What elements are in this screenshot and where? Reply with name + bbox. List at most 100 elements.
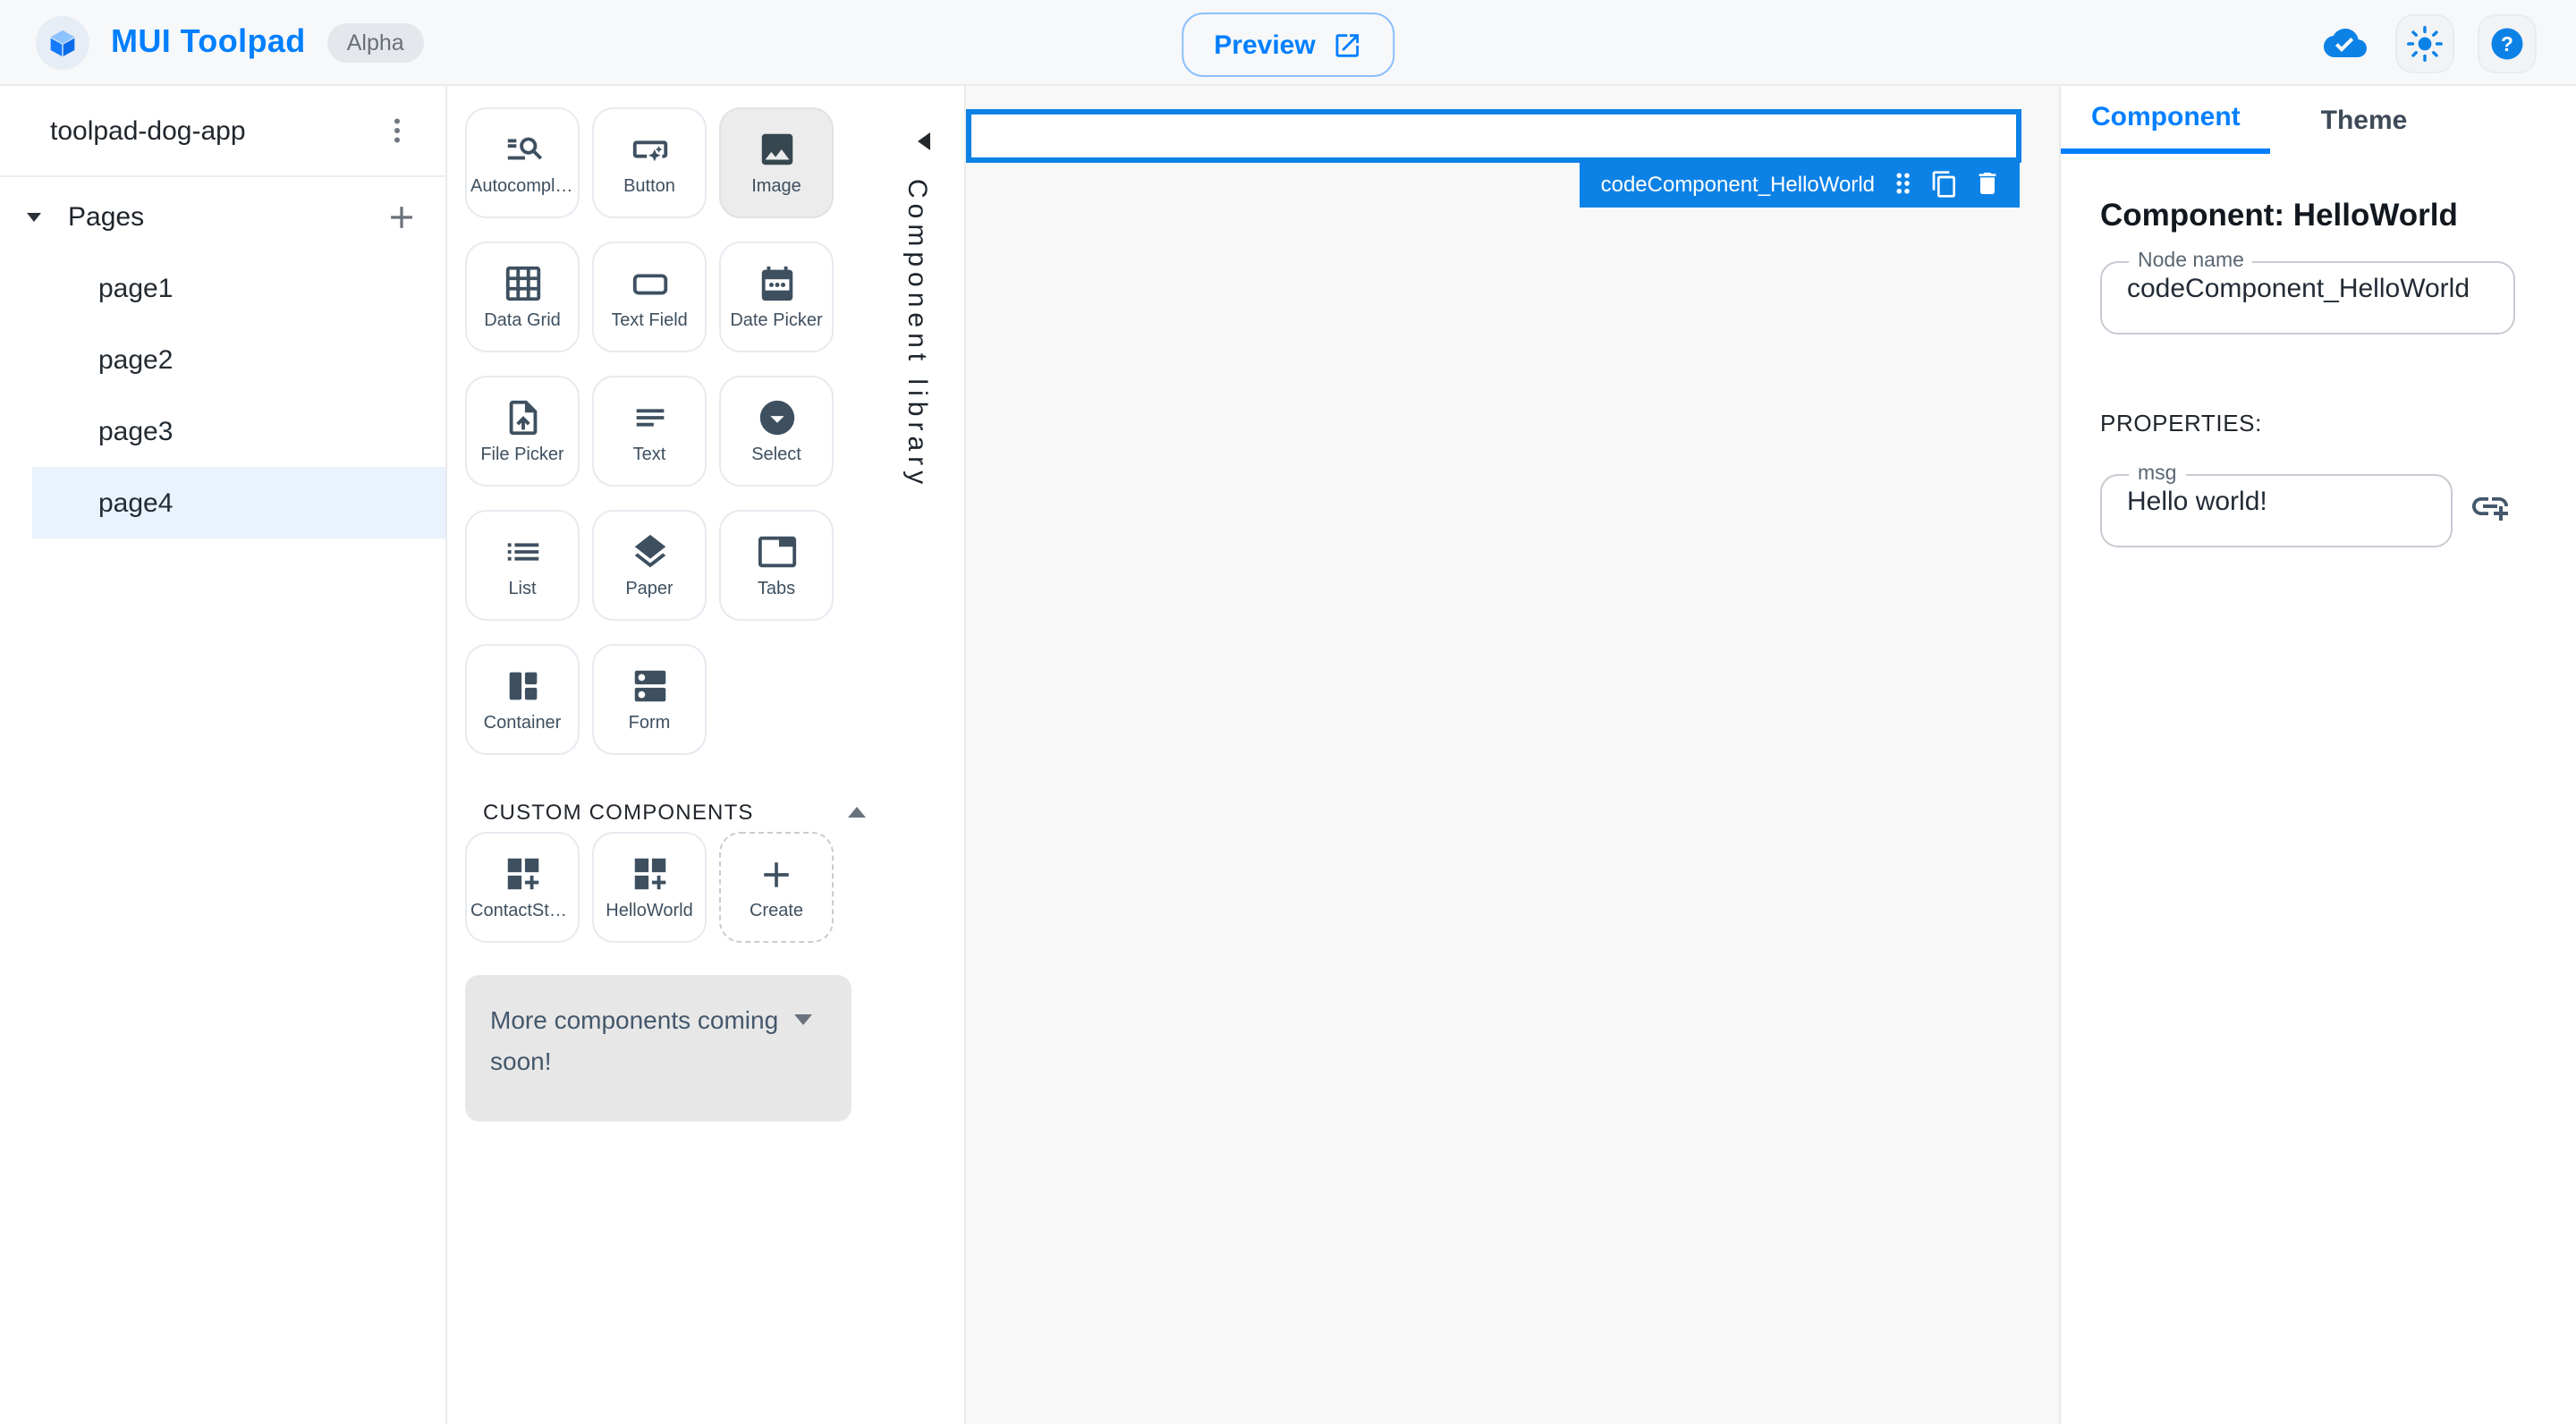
data-grid-icon: [504, 266, 540, 301]
page-item-page4[interactable]: page4: [32, 467, 445, 538]
selected-node-chip[interactable]: codeComponent_HelloWorld: [1579, 159, 2020, 208]
page-item-page2[interactable]: page2: [0, 324, 445, 395]
msg-field[interactable]: msg: [2100, 463, 2453, 547]
msg-label: msg: [2138, 463, 2177, 485]
copy-icon: [1932, 170, 1955, 197]
autocomplete-icon: [506, 137, 542, 160]
component-tile-label: Text: [632, 445, 666, 465]
file-picker-icon: [508, 400, 537, 436]
tab-theme[interactable]: Theme: [2296, 86, 2433, 154]
app-name-row: toolpad-dog-app: [0, 86, 445, 177]
form-icon: [633, 670, 665, 702]
library-collapse-button[interactable]: [918, 132, 930, 150]
plus-icon: [390, 206, 411, 227]
pages-header-row: Pages: [0, 188, 445, 245]
preview-button[interactable]: Preview: [1182, 13, 1394, 77]
component-tile-image[interactable]: Image: [719, 107, 834, 218]
inspector-panel: Component Theme Component: HelloWorld No…: [2061, 86, 2576, 1424]
open-in-new-icon: [1335, 33, 1359, 56]
component-tile-data-grid[interactable]: Data Grid: [465, 242, 580, 352]
theme-toggle-button[interactable]: [2395, 13, 2454, 72]
container-icon: [508, 672, 537, 700]
page-item-page1[interactable]: page1: [0, 252, 445, 324]
delete-node-button[interactable]: [1973, 168, 2002, 199]
page-item-label: page4: [98, 487, 174, 518]
drag-handle[interactable]: [1889, 168, 1916, 199]
node-name-label: Node name: [2138, 250, 2244, 272]
selected-component-outline[interactable]: [966, 109, 2021, 163]
app-title: MUI Toolpad: [111, 23, 306, 59]
component-tile-paper[interactable]: Paper: [592, 510, 707, 621]
component-tile-label: File Picker: [480, 445, 564, 465]
plus-icon: [764, 861, 789, 886]
node-name-input[interactable]: [2123, 272, 2496, 320]
cloud-done-icon: [2324, 29, 2367, 57]
selected-node-label: codeComponent_HelloWorld: [1600, 171, 1875, 196]
alpha-badge: Alpha: [326, 22, 424, 62]
component-tiles: Autocomplete Button Image Data Grid Text…: [465, 107, 834, 755]
component-library-panel: Autocomplete Button Image Data Grid Text…: [447, 86, 966, 1424]
library-panel-title: Component library: [902, 179, 932, 490]
component-heading: Component: HelloWorld: [2100, 197, 2458, 233]
page-item-page3[interactable]: page3: [0, 395, 445, 467]
paper-icon: [633, 534, 665, 568]
inspector-tabs: Component Theme: [2061, 86, 2576, 154]
component-tile-label: Create: [749, 901, 803, 920]
duplicate-node-button[interactable]: [1930, 169, 1959, 198]
component-tile-label: Text Field: [611, 311, 688, 331]
add-link-icon: [2472, 497, 2508, 521]
component-tile-tabs[interactable]: Tabs: [719, 510, 834, 621]
custom-tile-contactsta[interactable]: ContactSta…: [465, 832, 580, 943]
trash-icon: [1979, 173, 1996, 194]
page-canvas[interactable]: codeComponent_HelloWorld: [966, 86, 2061, 1424]
button-icon: [631, 140, 667, 162]
kebab-menu-icon: [394, 118, 400, 143]
collapse-up-icon[interactable]: [848, 807, 866, 818]
msg-input[interactable]: [2123, 485, 2433, 533]
help-button[interactable]: ?: [2478, 13, 2537, 72]
preview-button-label: Preview: [1214, 30, 1316, 60]
component-tile-select[interactable]: Select: [719, 376, 834, 487]
component-tile-form[interactable]: Form: [592, 644, 707, 755]
component-tile-file-picker[interactable]: File Picker: [465, 376, 580, 487]
component-tile-text-field[interactable]: Text Field: [592, 242, 707, 352]
header-actions: ?: [2322, 0, 2537, 86]
page-item-label: page1: [98, 273, 174, 303]
tabs-icon: [757, 536, 796, 568]
properties-label: PROPERTIES:: [2100, 410, 2262, 437]
custom-tile-helloworld[interactable]: HelloWorld: [592, 832, 707, 943]
text-field-icon: [631, 274, 667, 295]
custom-component-tiles: ContactSta… HelloWorld Create: [465, 832, 834, 943]
tab-component[interactable]: Component: [2061, 86, 2271, 154]
component-tile-label: ContactSta…: [470, 902, 574, 921]
coming-soon-notice[interactable]: More components coming soon!: [465, 975, 852, 1122]
bind-property-button[interactable]: [2467, 483, 2513, 530]
component-tile-label: Button: [623, 177, 675, 197]
app-menu-button[interactable]: [374, 107, 420, 154]
date-picker-icon: [760, 266, 792, 301]
component-tile-label: Select: [751, 445, 801, 465]
custom-components-header: CUSTOM COMPONENTS: [483, 800, 912, 825]
component-tile-date-picker[interactable]: Date Picker: [719, 242, 834, 352]
component-tile-button[interactable]: Button: [592, 107, 707, 218]
node-name-field[interactable]: Node name: [2100, 250, 2515, 335]
page-list: page1 page2 page3 page4: [0, 252, 445, 538]
create-component-tile[interactable]: Create: [719, 832, 834, 943]
svg-text:?: ?: [2501, 31, 2513, 55]
light-mode-icon: [2407, 25, 2443, 61]
component-tile-text[interactable]: Text: [592, 376, 707, 487]
component-tile-autocomplete[interactable]: Autocomplete: [465, 107, 580, 218]
component-tile-list[interactable]: List: [465, 510, 580, 621]
pages-label: Pages: [68, 201, 145, 232]
explorer-sidebar: toolpad-dog-app Pages page1 page2 page3 …: [0, 86, 447, 1424]
mui-logo[interactable]: [36, 15, 89, 69]
component-tile-container[interactable]: Container: [465, 644, 580, 755]
component-tile-label: Container: [483, 714, 562, 733]
page-item-label: page2: [98, 344, 174, 375]
pages-collapse-icon[interactable]: [27, 212, 41, 221]
chevron-down-icon: [794, 1014, 812, 1025]
add-page-button[interactable]: [377, 193, 424, 240]
page-item-label: page3: [98, 416, 174, 446]
toolpad-app-window: MUI Toolpad Alpha Preview ? toolpad-dog-…: [0, 0, 2576, 1424]
component-tile-label: Form: [628, 714, 671, 733]
